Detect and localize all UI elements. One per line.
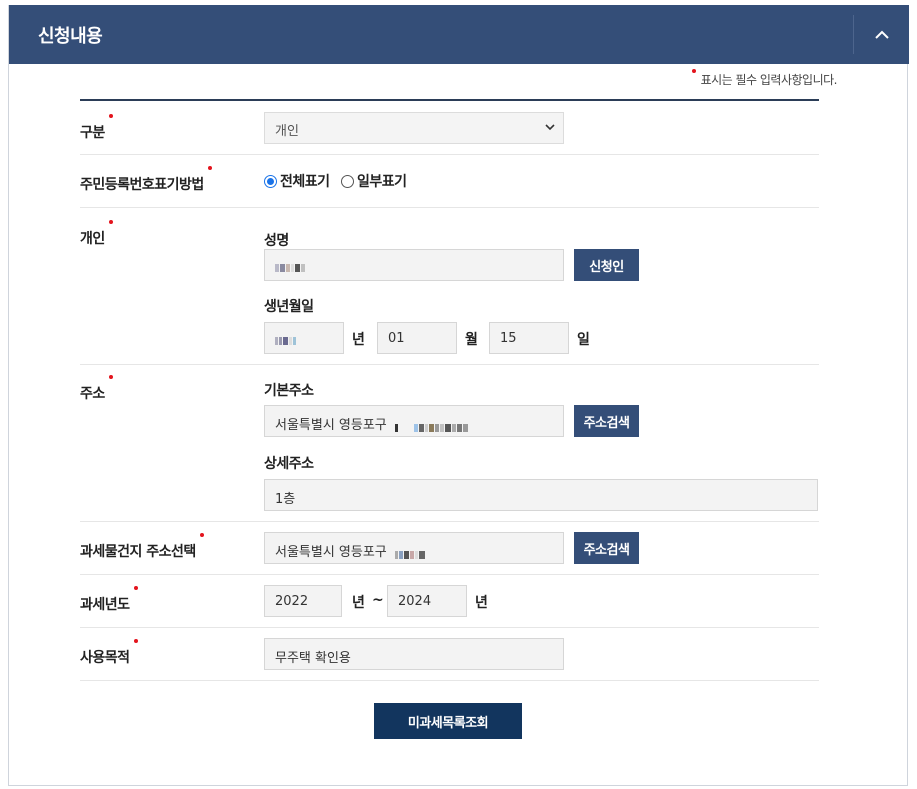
row-address: 주소 기본주소 서울특별시 영등포구 주소검색 상세주소 1층: [80, 365, 819, 522]
masked-text: [394, 548, 426, 559]
detail-address-input[interactable]: 1층: [264, 479, 818, 511]
row-tax-year: 과세년도 2022 년 ~ 2024 년: [80, 575, 819, 628]
tax-year-to-input[interactable]: 2024: [387, 585, 467, 617]
required-dot-icon: [207, 166, 212, 170]
panel-header: 신청내용: [9, 5, 909, 64]
birth-month-input[interactable]: 01: [377, 322, 457, 354]
row-rrn-display: 주민등록번호표기방법 전체표기 일부표기: [80, 155, 819, 208]
required-dot-icon: [108, 220, 113, 224]
radio-partial-display[interactable]: 일부표기: [341, 171, 407, 191]
name-input[interactable]: [264, 249, 564, 281]
type-label: 구분: [80, 114, 113, 142]
required-dot-icon: [133, 586, 138, 590]
required-dot-icon: [108, 375, 113, 379]
type-select[interactable]: 개인: [264, 112, 564, 144]
required-dot-icon: [199, 533, 204, 537]
required-dot-icon: [133, 639, 138, 643]
masked-text: [394, 421, 469, 432]
row-person: 개인 성명 신청인 생년월일 년 01 월 15 일: [80, 208, 819, 365]
address-label: 주소: [80, 375, 113, 403]
masked-text: [275, 261, 306, 272]
day-unit: 일: [577, 332, 590, 348]
required-dot-icon: [691, 69, 696, 73]
tax-year-separator: ~: [372, 592, 384, 608]
month-unit: 월: [465, 332, 478, 348]
chevron-down-icon: [545, 124, 555, 131]
row-type: 구분 개인: [80, 101, 819, 155]
required-dot-icon: [108, 114, 113, 118]
application-form: 구분 개인 주민등록번호표기방법 전체표기 일부표기 개인 성명 신청인 생년월…: [80, 99, 819, 681]
person-label: 개인: [80, 220, 113, 248]
required-note: 표시는 필수 입력사항입니다.: [691, 69, 838, 88]
birth-year-input[interactable]: [264, 322, 344, 354]
tax-year-to-unit: 년: [475, 595, 488, 611]
address-search-button[interactable]: 주소검색: [574, 405, 639, 437]
birth-label: 생년월일: [264, 299, 314, 315]
tax-year-label: 과세년도: [80, 586, 138, 614]
tax-address-label: 과세물건지 주소선택: [80, 533, 204, 561]
purpose-input[interactable]: 무주택 확인용: [264, 638, 564, 670]
purpose-label: 사용목적: [80, 639, 138, 667]
year-unit: 년: [352, 332, 365, 348]
row-purpose: 사용목적 무주택 확인용: [80, 628, 819, 681]
chevron-up-icon: [874, 30, 889, 39]
panel-title: 신청내용: [38, 26, 103, 47]
detail-address-label: 상세주소: [264, 456, 314, 472]
tax-year-from-input[interactable]: 2022: [264, 585, 342, 617]
birth-day-input[interactable]: 15: [489, 322, 569, 354]
basic-address-label: 기본주소: [264, 383, 314, 399]
collapse-button[interactable]: [854, 5, 909, 64]
name-label: 성명: [264, 233, 289, 249]
masked-text: [275, 334, 297, 345]
row-tax-address: 과세물건지 주소선택 서울특별시 영등포구 주소검색: [80, 522, 819, 575]
radio-full-display[interactable]: 전체표기: [264, 171, 330, 191]
basic-address-input[interactable]: 서울특별시 영등포구: [264, 405, 564, 437]
search-untaxed-list-button[interactable]: 미과세목록조회: [374, 703, 522, 739]
radio-checked-icon: [264, 174, 277, 188]
radio-unchecked-icon: [341, 174, 354, 188]
tax-address-search-button[interactable]: 주소검색: [574, 532, 639, 564]
tax-year-from-unit: 년: [352, 595, 365, 611]
tax-address-input[interactable]: 서울특별시 영등포구: [264, 532, 564, 564]
rrn-display-label: 주민등록번호표기방법: [80, 166, 212, 194]
applicant-button[interactable]: 신청인: [574, 249, 639, 281]
